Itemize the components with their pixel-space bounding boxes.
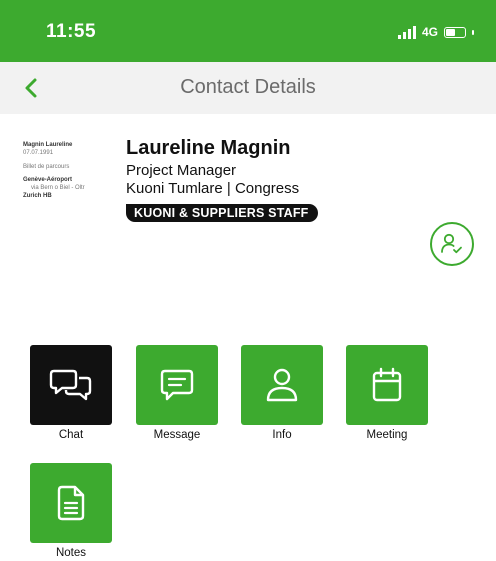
contact-status-button[interactable] bbox=[430, 222, 474, 266]
notes-label: Notes bbox=[55, 547, 87, 559]
contact-company: Kuoni Tumlare | Congress bbox=[126, 180, 300, 197]
info-tile bbox=[241, 345, 323, 425]
nav-bar: Contact Details bbox=[0, 62, 496, 114]
info-label: Info bbox=[272, 429, 292, 441]
network-type: 4G bbox=[421, 25, 438, 39]
notes-button[interactable]: Notes bbox=[30, 463, 112, 559]
info-button[interactable]: Info bbox=[241, 345, 323, 441]
user-check-icon bbox=[441, 233, 462, 254]
staff-badge: KUONI & SUPPLIERS STAFF bbox=[126, 204, 318, 222]
document-icon bbox=[57, 485, 85, 521]
chat-bubbles-icon bbox=[49, 369, 92, 401]
message-icon bbox=[160, 369, 194, 401]
status-time: 11:55 bbox=[46, 21, 97, 42]
battery-icon bbox=[444, 26, 466, 38]
ticket-type: Billet de parcours bbox=[23, 163, 70, 170]
ticket-route-to: Zurich HB bbox=[23, 192, 52, 199]
message-tile bbox=[136, 345, 218, 425]
ticket-route-via: via Bern o Biel - Oltr bbox=[31, 185, 85, 192]
meeting-tile bbox=[346, 345, 428, 425]
battery-tip bbox=[472, 29, 474, 35]
chat-button[interactable]: Chat bbox=[30, 345, 112, 441]
ticket-date: 07.07.1991 bbox=[23, 149, 54, 156]
ticket-route-from: Genève-Aéroport bbox=[23, 177, 73, 184]
message-label: Message bbox=[153, 429, 201, 441]
meeting-label: Meeting bbox=[366, 429, 408, 441]
ticket-image: Magnin Laureline 07.07.1991 Billet de pa… bbox=[23, 142, 115, 242]
contact-role: Project Manager bbox=[126, 162, 237, 179]
notes-tile bbox=[30, 463, 112, 543]
page-title: Contact Details bbox=[180, 76, 316, 98]
contact-name: Laureline Magnin bbox=[126, 137, 291, 159]
status-bar: 11:55 4G bbox=[0, 0, 496, 62]
calendar-icon bbox=[372, 367, 402, 402]
chat-label: Chat bbox=[58, 429, 84, 441]
message-button[interactable]: Message bbox=[136, 345, 218, 441]
meeting-button[interactable]: Meeting bbox=[346, 345, 428, 441]
ticket-name: Magnin Laureline bbox=[23, 142, 73, 148]
user-icon bbox=[266, 368, 298, 402]
signal-icon bbox=[397, 25, 416, 39]
chat-tile bbox=[30, 345, 112, 425]
status-indicators: 4G bbox=[397, 24, 474, 40]
